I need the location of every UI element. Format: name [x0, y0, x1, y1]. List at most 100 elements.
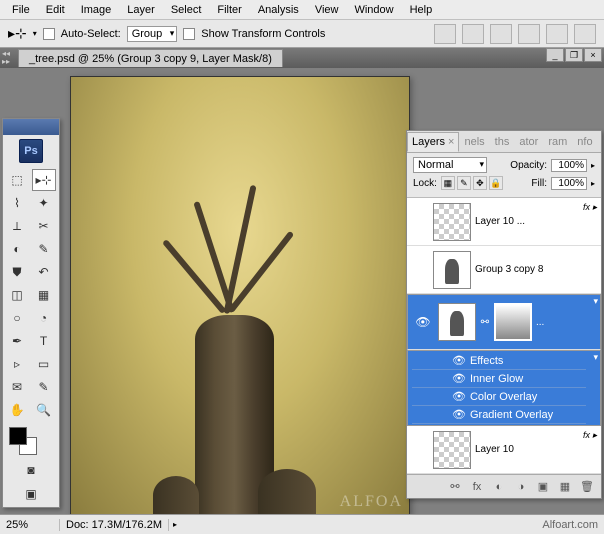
layer-mask-thumbnail[interactable] [494, 303, 532, 341]
layer-name[interactable]: Layer 10 ... [475, 216, 601, 227]
eye-icon[interactable]: 👁 [452, 372, 466, 385]
move-tool-icon[interactable]: ▸⊹ [32, 169, 56, 191]
crop-tool-icon[interactable]: ⟂ [5, 215, 29, 237]
link-layers-icon[interactable]: ⚯ [445, 478, 465, 496]
history-brush-icon[interactable]: ↶ [32, 261, 56, 283]
close-icon[interactable]: × [448, 136, 454, 148]
brush-tool-icon[interactable]: ✎ [32, 238, 56, 260]
layer-row-selected[interactable]: 👁 ⚯ ... [407, 294, 601, 350]
document-tab[interactable]: _tree.psd @ 25% (Group 3 copy 9, Layer M… [18, 49, 283, 67]
foreground-color-swatch[interactable] [9, 427, 27, 445]
toolbox-header[interactable] [3, 119, 59, 135]
shape-tool-icon[interactable]: ▭ [32, 353, 56, 375]
tab-info[interactable]: nfo [572, 132, 597, 152]
dodge-tool-icon[interactable]: ◔ [32, 307, 56, 329]
stamp-tool-icon[interactable]: ⛊ [5, 261, 29, 283]
zoom-tool-icon[interactable]: 🔍 [32, 399, 56, 421]
layer-name[interactable]: ... [536, 317, 586, 328]
tab-histogram[interactable]: ram [543, 132, 572, 152]
pen-tool-icon[interactable]: ✒ [5, 330, 29, 352]
layer-row[interactable]: Group 3 copy 8 [407, 246, 601, 294]
menu-image[interactable]: Image [73, 2, 120, 18]
effect-item[interactable]: 👁Gradient Overlay [412, 406, 586, 424]
adjustment-layer-icon[interactable]: ◑ [511, 478, 531, 496]
delete-layer-icon[interactable]: 🗑 [577, 478, 597, 496]
menu-layer[interactable]: Layer [119, 2, 163, 18]
menu-view[interactable]: View [307, 2, 347, 18]
fill-chevron-icon[interactable]: ▸ [591, 179, 595, 188]
opacity-input[interactable]: 100% [551, 159, 587, 172]
lock-all-icon[interactable]: 🔒 [489, 176, 503, 190]
fx-badge[interactable]: fx ▸ [583, 430, 597, 441]
lock-transparency-icon[interactable]: ▦ [441, 176, 455, 190]
zoom-level[interactable]: 25% [0, 519, 60, 531]
wand-tool-icon[interactable]: ✦ [32, 192, 56, 214]
tab-layers[interactable]: Layers× [407, 132, 459, 152]
screenmode-icon[interactable]: ▣ [19, 483, 43, 505]
doc-chevron-icon[interactable]: ▸ [169, 520, 181, 529]
layer-thumbnail[interactable] [433, 431, 471, 469]
layer-mask-icon[interactable]: ◐ [489, 478, 509, 496]
move-dropdown-icon[interactable]: ▾ [33, 29, 37, 38]
menu-select[interactable]: Select [163, 2, 210, 18]
new-group-icon[interactable]: ▣ [533, 478, 553, 496]
doc-info[interactable]: Doc: 17.3M/176.2M [60, 519, 169, 531]
menu-file[interactable]: File [4, 2, 38, 18]
effect-item[interactable]: 👁Color Overlay [412, 388, 586, 406]
hand-tool-icon[interactable]: ✋ [5, 399, 29, 421]
menu-window[interactable]: Window [346, 2, 401, 18]
marquee-tool-icon[interactable]: ⬚ [5, 169, 29, 191]
menu-filter[interactable]: Filter [209, 2, 249, 18]
new-layer-icon[interactable]: ▦ [555, 478, 575, 496]
align-button-5[interactable] [546, 24, 568, 44]
show-transform-checkbox[interactable] [183, 28, 195, 40]
layer-row[interactable]: Layer 10 ... fx ▸ [407, 198, 601, 246]
opacity-chevron-icon[interactable]: ▸ [591, 161, 595, 170]
effects-header[interactable]: 👁Effects [412, 352, 586, 370]
align-button-6[interactable] [574, 24, 596, 44]
layer-style-icon[interactable]: fx [467, 478, 487, 496]
eraser-tool-icon[interactable]: ◫ [5, 284, 29, 306]
align-button-4[interactable] [518, 24, 540, 44]
color-swatch[interactable] [3, 423, 59, 457]
align-button-2[interactable] [462, 24, 484, 44]
lasso-tool-icon[interactable]: ⌇ [5, 192, 29, 214]
eye-icon[interactable]: 👁 [452, 354, 466, 367]
tab-paths[interactable]: ths [490, 132, 515, 152]
gradient-tool-icon[interactable]: ▦ [32, 284, 56, 306]
menu-edit[interactable]: Edit [38, 2, 73, 18]
auto-select-checkbox[interactable] [43, 28, 55, 40]
window-minimize-icon[interactable]: _ [546, 48, 564, 62]
lock-image-icon[interactable]: ✎ [457, 176, 471, 190]
menu-help[interactable]: Help [402, 2, 441, 18]
window-close-icon[interactable]: × [584, 48, 602, 62]
layer-thumbnail[interactable] [438, 303, 476, 341]
layer-row[interactable]: Layer 10 fx ▸ [407, 426, 601, 474]
align-button-3[interactable] [490, 24, 512, 44]
eye-icon[interactable]: 👁 [452, 408, 466, 421]
notes-tool-icon[interactable]: ✉ [5, 376, 29, 398]
tab-navigator[interactable]: ator [514, 132, 543, 152]
eyedropper-tool-icon[interactable]: ✎ [32, 376, 56, 398]
layer-thumbnail[interactable] [433, 203, 471, 241]
heal-tool-icon[interactable]: ◐ [5, 238, 29, 260]
menu-analysis[interactable]: Analysis [250, 2, 307, 18]
fx-badge[interactable]: fx ▸ [583, 202, 597, 213]
window-restore-icon[interactable]: ❐ [565, 48, 583, 62]
document-canvas[interactable]: ALFOA [70, 76, 410, 516]
slice-tool-icon[interactable]: ✂ [32, 215, 56, 237]
tab-arrows-icon[interactable]: ◂◂▸▸ [2, 50, 10, 66]
layer-thumbnail[interactable] [433, 251, 471, 289]
layer-name[interactable]: Layer 10 [475, 444, 601, 455]
blur-tool-icon[interactable]: ○ [5, 307, 29, 329]
align-button-1[interactable] [434, 24, 456, 44]
effect-item[interactable]: 👁Inner Glow [412, 370, 586, 388]
layer-name[interactable]: Group 3 copy 8 [475, 264, 601, 275]
eye-icon[interactable]: 👁 [452, 390, 466, 403]
tab-channels[interactable]: nels [459, 132, 489, 152]
visibility-toggle[interactable]: 👁 [412, 315, 434, 329]
path-tool-icon[interactable]: ▹ [5, 353, 29, 375]
type-tool-icon[interactable]: T [32, 330, 56, 352]
link-icon[interactable]: ⚯ [480, 317, 490, 328]
lock-position-icon[interactable]: ✥ [473, 176, 487, 190]
